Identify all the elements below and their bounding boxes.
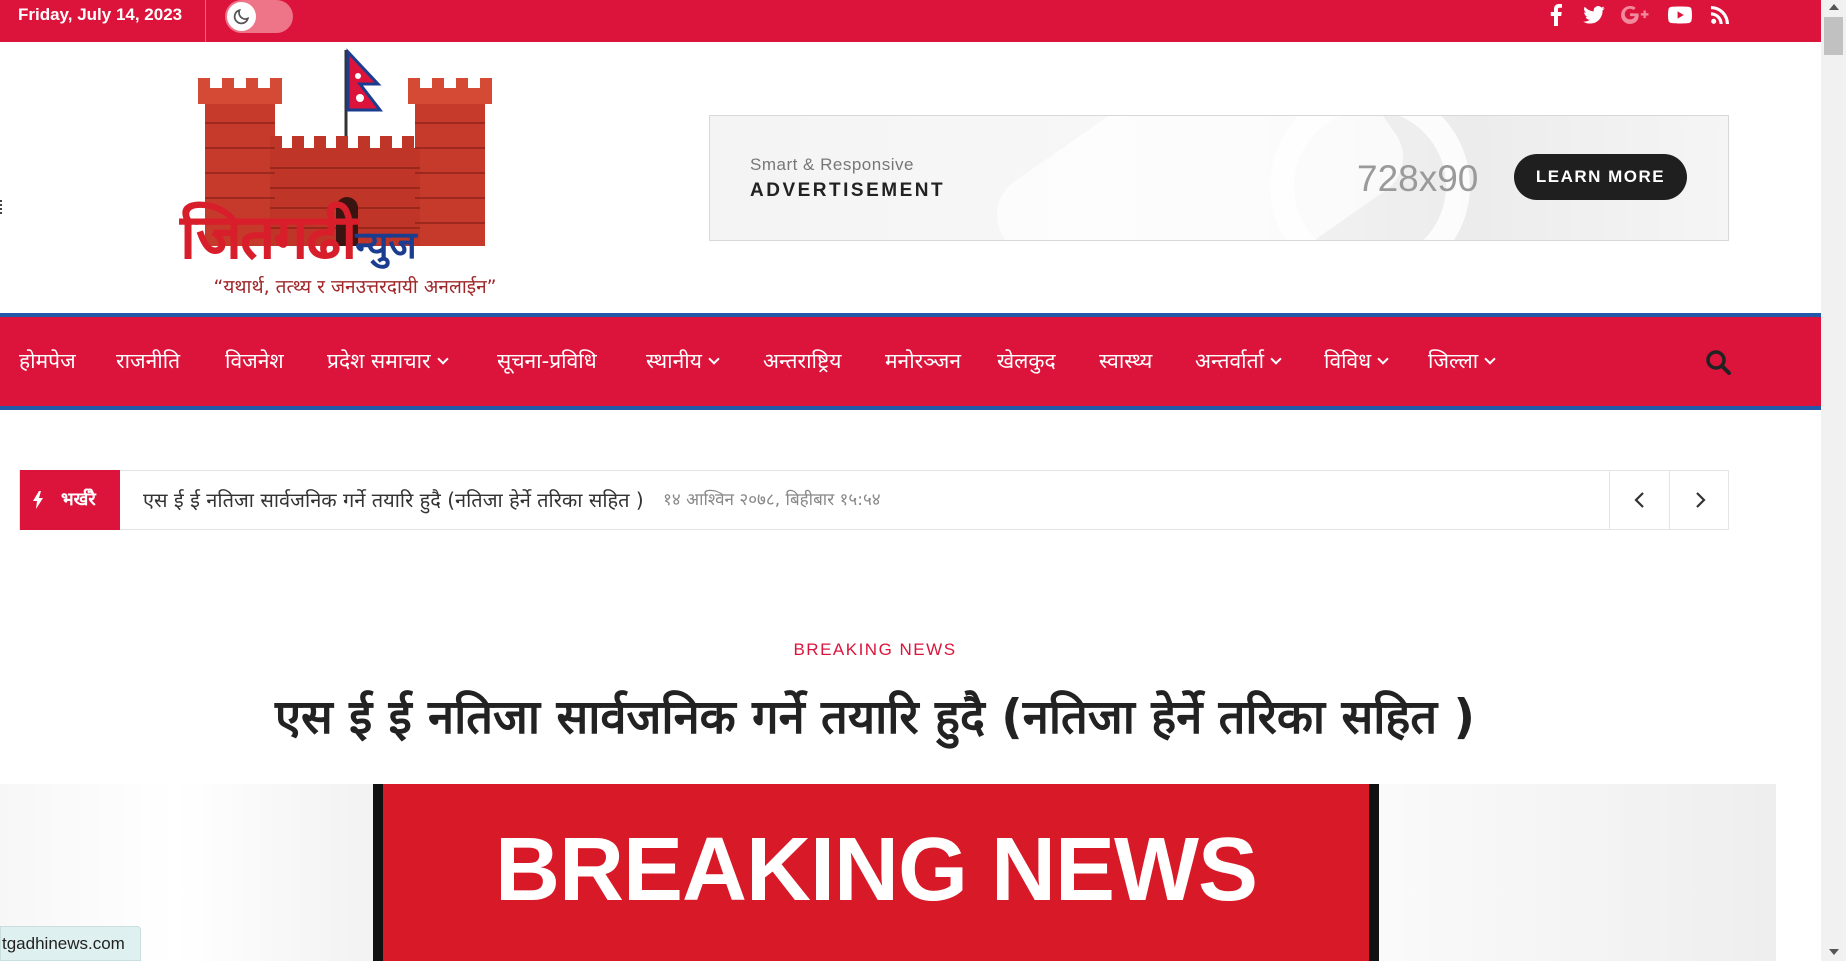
logo-tagline: “यथार्थ, तत्थ्य र जनउत्तरदायी अनलाईन” xyxy=(213,276,497,298)
search-icon xyxy=(1706,350,1731,375)
breaking-ticker: भर्खरै एस ई ई नतिजा सार्वजनिक गर्ने तयार… xyxy=(19,470,1729,530)
rss-link[interactable] xyxy=(1707,3,1733,27)
main-navigation: होमपेज राजनीति विजनेश प्रदेश समाचार सूचन… xyxy=(0,313,1821,410)
nav-item-technology[interactable]: सूचना-प्रविधि xyxy=(497,317,597,406)
google-plus-icon xyxy=(1621,6,1649,24)
nav-item-label: जिल्ला xyxy=(1428,349,1479,373)
chevron-down-icon xyxy=(1270,353,1282,365)
scroll-up-arrow-icon[interactable] xyxy=(1829,4,1839,10)
nav-item-label: विजनेश xyxy=(225,349,284,373)
article-title: एस ई ई नतिजा सार्वजनिक गर्ने तयारि हुदै … xyxy=(275,690,1475,745)
ticker-headline-link[interactable]: एस ई ई नतिजा सार्वजनिक गर्ने तयारि हुदै … xyxy=(143,471,644,529)
nav-item-label: मनोरञ्जन xyxy=(885,349,961,373)
facebook-link[interactable] xyxy=(1545,3,1567,27)
nav-item-label: स्थानीय xyxy=(646,349,702,373)
nav-item-label: विविध xyxy=(1324,349,1372,373)
toggle-knob xyxy=(227,2,256,31)
nav-item-label: अन्तराष्ट्रिय xyxy=(763,349,842,373)
nav-item-politics[interactable]: राजनीति xyxy=(116,317,180,406)
chevron-right-icon xyxy=(1696,492,1706,508)
chevron-down-icon xyxy=(708,353,720,365)
vertical-scrollbar[interactable] xyxy=(1821,0,1846,961)
ad-small-text: Smart & Responsive xyxy=(750,155,914,174)
nav-item-label: अन्तर्वार्ता xyxy=(1195,349,1265,373)
facebook-icon xyxy=(1550,4,1562,26)
scrollbar-thumb[interactable] xyxy=(1824,17,1843,55)
site-logo[interactable]: जितगढीन्युज “यथार्थ, तत्थ्य र जनउत्तरदाय… xyxy=(110,48,590,308)
logo-wordmark: जितगढीन्युज xyxy=(180,193,540,273)
ticker-label-text: भर्खरै xyxy=(61,489,96,510)
lightning-icon xyxy=(33,491,43,509)
breaking-news-graphic: BREAKING NEWS xyxy=(373,784,1379,961)
status-bar-url: tgadhinews.com xyxy=(0,926,141,961)
rss-icon xyxy=(1711,6,1729,24)
nav-item-label: प्रदेश समाचार xyxy=(327,349,431,373)
nav-item-interview[interactable]: अन्तर्वार्ता xyxy=(1195,317,1282,406)
nav-item-entertainment[interactable]: मनोरञ्जन xyxy=(885,317,961,406)
nav-item-label: राजनीति xyxy=(116,349,181,373)
chevron-down-icon xyxy=(1484,353,1496,365)
nav-item-business[interactable]: विजनेश xyxy=(225,317,284,406)
ad-heading: ADVERTISEMENT xyxy=(750,180,946,201)
breaking-news-graphic-text: BREAKING NEWS xyxy=(494,820,1258,920)
top-bar: Friday, July 14, 2023 xyxy=(0,0,1821,42)
nav-item-health[interactable]: स्वास्थ्य xyxy=(1099,317,1152,406)
nav-item-district[interactable]: जिल्ला xyxy=(1428,317,1496,406)
google-plus-link[interactable] xyxy=(1620,3,1650,27)
logo-name: जितगढी xyxy=(180,200,357,273)
learn-more-button[interactable]: LEARN MORE xyxy=(1514,154,1687,200)
current-date: Friday, July 14, 2023 xyxy=(18,5,183,24)
nav-item-label: सूचना-प्रविधि xyxy=(497,349,597,373)
nav-item-label: होमपेज xyxy=(19,349,76,373)
article-featured-image: BREAKING NEWS xyxy=(0,784,1776,961)
advertisement-banner[interactable]: Smart & Responsive ADVERTISEMENT 728x90 … xyxy=(709,115,1729,241)
edge-mark xyxy=(0,200,2,214)
top-bar-divider xyxy=(205,0,206,42)
page: Friday, July 14, 2023 जितगढीन्युज “यथार्… xyxy=(0,0,1846,961)
ad-size: 728x90 xyxy=(1357,158,1479,199)
ticker-timestamp: १४ आश्विन २०७८, बिहीबार १५:५४ xyxy=(663,490,881,510)
logo-suffix: न्युज xyxy=(355,223,417,267)
ticker-next-button[interactable] xyxy=(1669,470,1729,530)
moon-icon xyxy=(233,8,250,25)
twitter-icon xyxy=(1583,6,1605,24)
youtube-icon xyxy=(1668,6,1692,24)
dark-mode-toggle[interactable] xyxy=(225,0,293,33)
nav-item-sports[interactable]: खेलकुद xyxy=(997,317,1056,406)
nav-item-label: स्वास्थ्य xyxy=(1099,349,1153,373)
chevron-down-icon xyxy=(1377,353,1389,365)
scroll-down-arrow-icon[interactable] xyxy=(1829,949,1839,955)
nav-item-label: खेलकुद xyxy=(997,349,1056,373)
article-category-link[interactable]: BREAKING NEWS xyxy=(0,640,1750,660)
search-button[interactable] xyxy=(1705,349,1733,377)
twitter-link[interactable] xyxy=(1580,3,1608,27)
nav-item-home[interactable]: होमपेज xyxy=(19,317,76,406)
ticker-label: भर्खरै xyxy=(20,470,120,530)
nav-item-miscellaneous[interactable]: विविध xyxy=(1324,317,1389,406)
nav-item-international[interactable]: अन्तराष्ट्रिय xyxy=(763,317,841,406)
nav-item-local[interactable]: स्थानीय xyxy=(646,317,720,406)
nav-item-province-news[interactable]: प्रदेश समाचार xyxy=(327,317,449,406)
chevron-down-icon xyxy=(436,353,449,365)
chevron-left-icon xyxy=(1634,492,1644,508)
youtube-link[interactable] xyxy=(1665,3,1695,27)
ticker-prev-button[interactable] xyxy=(1609,470,1669,530)
